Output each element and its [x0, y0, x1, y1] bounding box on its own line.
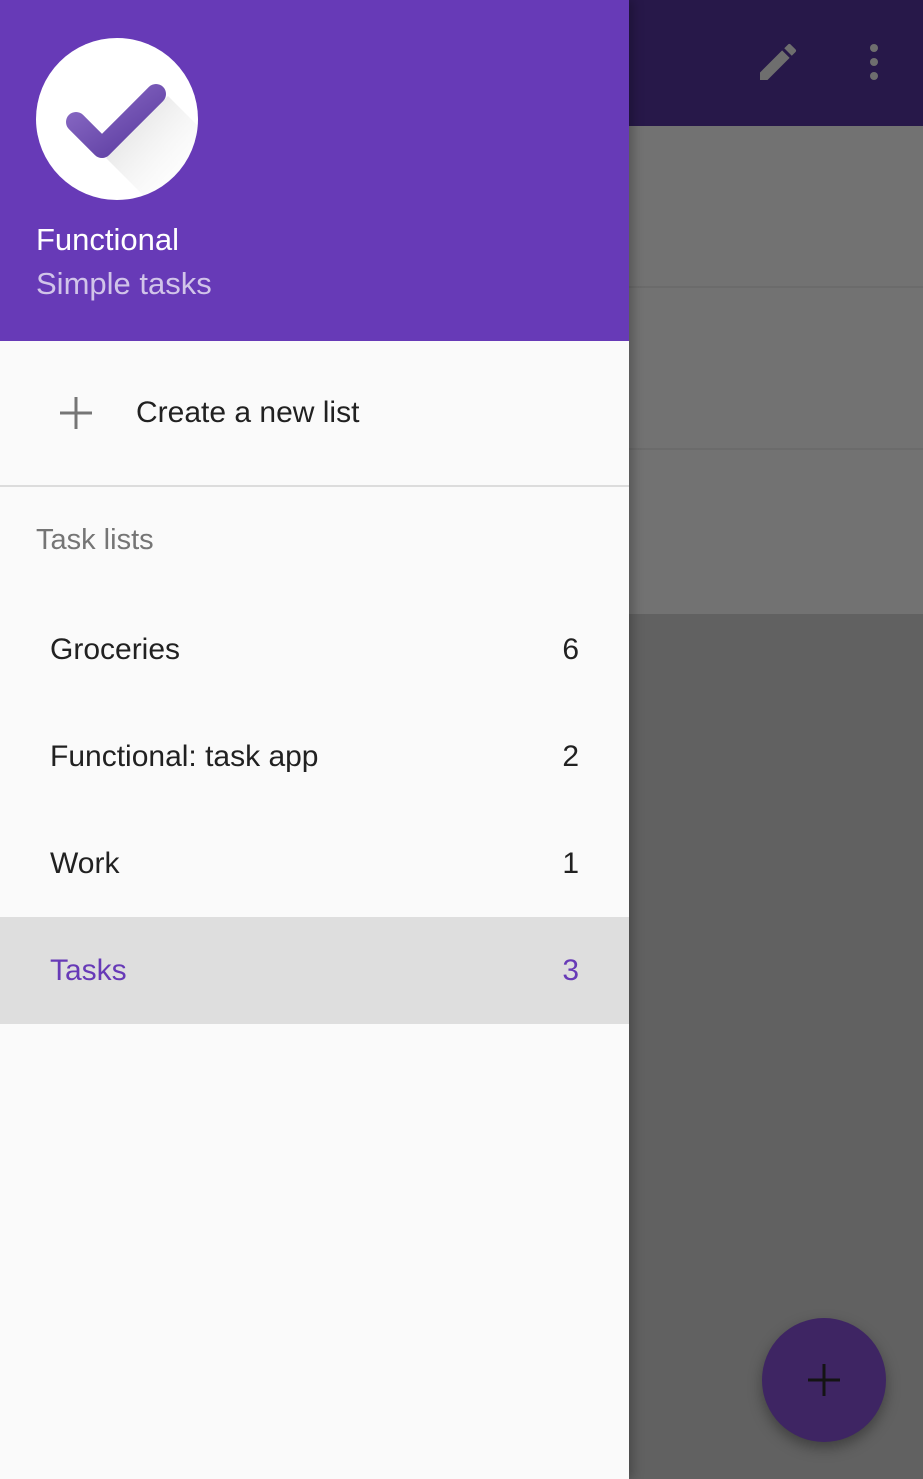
section-header-task-lists: Task lists	[36, 524, 154, 556]
checkmark-icon	[66, 84, 198, 200]
list-count: 2	[562, 739, 579, 773]
drawer-header: Functional Simple tasks	[0, 0, 629, 341]
more-vert-icon	[870, 44, 878, 80]
more-options-button[interactable]	[842, 30, 906, 94]
list-count: 1	[562, 846, 579, 880]
add-task-fab[interactable]	[762, 1318, 886, 1442]
list-item-tasks[interactable]: Tasks 3	[0, 917, 629, 1024]
list-count: 3	[562, 953, 579, 987]
pencil-icon	[760, 43, 797, 80]
list-item-groceries[interactable]: Groceries 6	[0, 596, 629, 703]
navigation-drawer: Functional Simple tasks Create a new lis…	[0, 0, 629, 1479]
list-name: Work	[50, 846, 120, 880]
list-name: Tasks	[50, 953, 127, 987]
list-count: 6	[562, 632, 579, 666]
list-item-functional-task-app[interactable]: Functional: task app 2	[0, 703, 629, 810]
create-list-button[interactable]: Create a new list	[0, 341, 629, 486]
list-name: Functional: task app	[50, 739, 319, 773]
edit-button[interactable]	[746, 30, 810, 94]
list-name: Groceries	[50, 632, 181, 666]
create-list-label: Create a new list	[136, 396, 360, 429]
list-item-work[interactable]: Work 1	[0, 810, 629, 917]
app-tagline: Simple tasks	[36, 266, 212, 301]
app-name: Functional	[36, 222, 180, 257]
plus-icon	[60, 397, 92, 429]
divider	[0, 485, 629, 487]
app-logo	[36, 38, 198, 200]
plus-icon	[808, 1364, 840, 1396]
